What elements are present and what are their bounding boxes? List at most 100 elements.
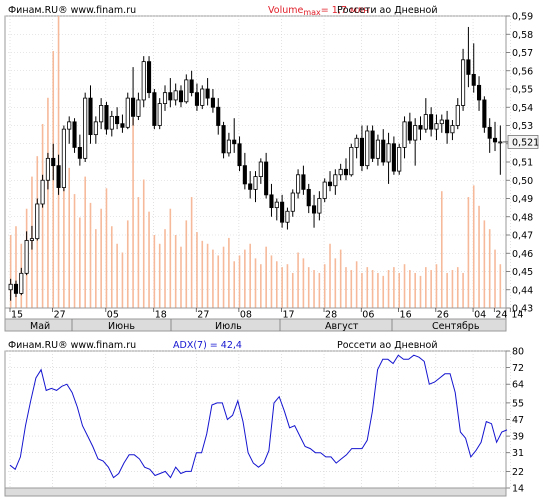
adx-tick-label: 22: [512, 467, 524, 478]
candle-up: [141, 61, 146, 101]
volume-bar: [190, 197, 193, 308]
candle-down: [232, 139, 237, 145]
candle-down: [445, 119, 450, 134]
adx-tick-label: 55: [512, 398, 524, 409]
price-tick-label: 0,57: [512, 48, 533, 59]
volume-bar: [350, 270, 353, 308]
candle-down: [311, 205, 317, 214]
candle-down: [418, 125, 423, 130]
candle-up: [136, 99, 141, 117]
candle-up: [45, 157, 50, 181]
price-tick-label: 0,45: [512, 267, 533, 278]
volume-bar: [430, 270, 432, 308]
candle-down: [492, 137, 498, 143]
volume-bar: [440, 191, 443, 308]
candle-up: [386, 143, 391, 163]
volume-bar: [318, 272, 321, 308]
volume-bar: [329, 243, 331, 308]
candle-up: [375, 139, 380, 159]
candle-up: [99, 105, 104, 123]
adx-y-axis: 80 72 64 55 47 39 31 22 14: [506, 347, 524, 495]
x-axis-days: [4, 307, 507, 320]
adx-tick-label: 31: [512, 448, 524, 459]
candle-down: [131, 97, 136, 117]
volume-bar: [307, 267, 310, 308]
brand-label: Финам.RU® www.finam.ru: [8, 5, 136, 16]
adx-tick-label: 80: [512, 347, 524, 358]
candle-up: [338, 168, 343, 176]
candle-down: [168, 92, 173, 101]
candle-up: [296, 174, 301, 194]
candle-up: [439, 119, 444, 125]
candle-up: [125, 97, 130, 128]
volume-bar: [371, 270, 374, 308]
x-axis-months: [4, 318, 507, 332]
candle-up: [61, 128, 66, 188]
candle-down: [242, 165, 247, 185]
volume-bar: [169, 208, 172, 308]
volume-bar: [105, 188, 108, 308]
candle-up: [349, 146, 354, 176]
candle-up: [8, 283, 13, 291]
volume-bar: [355, 261, 358, 308]
x-day-label: 27: [54, 310, 66, 321]
candle-down: [391, 143, 396, 172]
candle-down: [205, 88, 210, 99]
volume-bar: [472, 185, 475, 308]
candle-down: [476, 84, 482, 101]
price-tick-label: 0,49: [512, 194, 533, 205]
candle-down: [471, 74, 476, 86]
candle-down: [237, 143, 242, 167]
volume-bar: [435, 264, 438, 308]
volume-bar: [488, 229, 491, 308]
candle-up: [173, 90, 178, 101]
candle-down: [487, 126, 492, 139]
volume-bar: [212, 249, 214, 308]
x-month-label: Май: [30, 321, 50, 332]
volume-bar: [217, 255, 220, 308]
volume-bar: [414, 272, 416, 308]
candle-down: [13, 283, 19, 294]
volume-bar: [142, 179, 145, 308]
candle-down: [152, 92, 157, 126]
candle-down: [115, 115, 120, 125]
candle-up: [19, 272, 24, 294]
volume-bar: [260, 264, 262, 308]
candle-up: [184, 79, 189, 103]
volume-bar: [265, 246, 267, 308]
candle-down: [178, 90, 184, 103]
x-day-label: 08: [240, 310, 252, 321]
candle-up: [226, 139, 231, 154]
candle-up: [322, 181, 327, 199]
volume-bar: [238, 255, 241, 308]
volume-bar: [244, 249, 246, 308]
volume-bar: [377, 272, 379, 308]
volume-bar: [132, 118, 134, 308]
candle-up: [93, 121, 98, 136]
volume-bar: [148, 211, 150, 308]
adx-tick-label: 72: [512, 363, 524, 374]
volume-bar: [467, 197, 470, 308]
volume-bar: [446, 272, 448, 308]
candle-down: [327, 181, 333, 187]
x-month-label: Июнь: [108, 321, 135, 332]
x-month-label: Сентябрь: [432, 321, 480, 332]
volume-bar: [270, 255, 273, 308]
volume-bar: [196, 232, 198, 308]
volume-bar: [398, 272, 401, 308]
price-tick-label: 0,53: [512, 121, 533, 132]
x-day-label: 17: [282, 310, 294, 321]
candle-up: [67, 121, 72, 130]
x-day-label: 24: [495, 310, 507, 321]
candle-down: [429, 114, 434, 130]
price-tick-label: 0,58: [512, 30, 533, 41]
price-tick-label: 0,47: [512, 231, 533, 242]
x-day-label: 14: [511, 310, 523, 321]
volume-bar: [286, 264, 289, 308]
price-tick-label: 0,59: [512, 12, 533, 23]
adx-brand-label: Финам.RU® www.finam.ru: [8, 340, 136, 351]
candle-up: [200, 88, 205, 106]
volume-bar: [174, 235, 177, 308]
volume-bar: [228, 237, 230, 308]
volume-bar: [68, 167, 71, 308]
